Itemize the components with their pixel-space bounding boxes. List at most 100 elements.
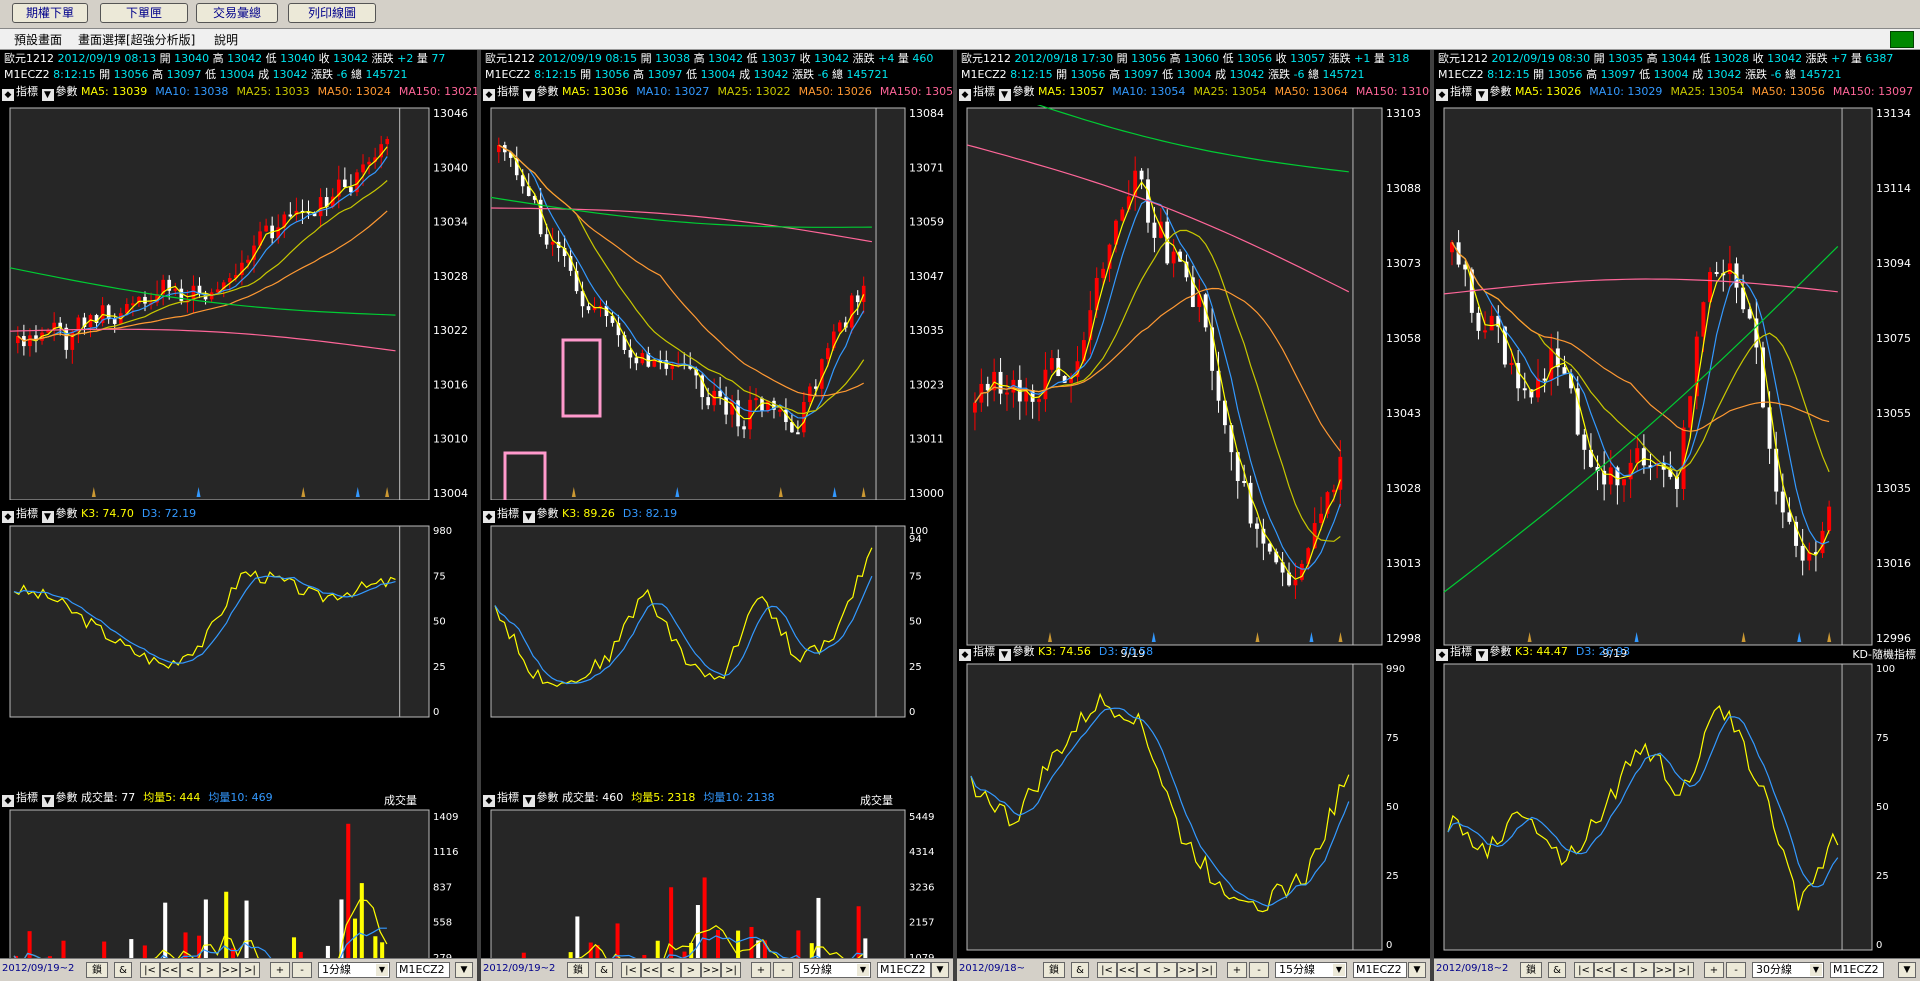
params-label[interactable]: 參數 — [537, 791, 559, 804]
settings-icon[interactable]: ◆ — [959, 649, 971, 661]
params-label[interactable]: 參數 — [56, 85, 78, 98]
settings-icon[interactable]: ◆ — [1436, 649, 1448, 661]
dropdown-icon[interactable]: ▼ — [41, 511, 54, 523]
kd-chart[interactable]: 100 75 50 25 0 — [1434, 662, 1920, 958]
trade-summary-button[interactable]: 交易彙總 — [196, 3, 278, 23]
settings-icon[interactable]: ◆ — [483, 89, 495, 101]
dropdown-icon[interactable]: ▼ — [41, 89, 54, 101]
symbol-input[interactable]: M1ECZ2 — [1353, 962, 1407, 978]
dropdown-icon[interactable]: ▼ — [522, 89, 535, 101]
nav-button[interactable]: >| — [721, 962, 741, 978]
nav-button[interactable]: < — [1137, 962, 1157, 978]
nav-button[interactable]: > — [681, 962, 701, 978]
nav-button[interactable]: >> — [220, 962, 240, 978]
dropdown-icon[interactable]: ▼ — [522, 795, 535, 807]
indicator-label[interactable]: 指標 — [973, 85, 995, 98]
indicator-label[interactable]: 指標 — [16, 507, 38, 520]
nav-button[interactable]: |< — [140, 962, 160, 978]
settings-icon[interactable]: ◆ — [1436, 89, 1448, 101]
nav-button[interactable]: < — [1614, 962, 1634, 978]
volume-chart[interactable]: 544943143236215710790 — [481, 808, 953, 981]
period-select[interactable]: 1分線 ▼ — [318, 962, 390, 978]
nav-button[interactable]: |< — [1574, 962, 1594, 978]
kd-chart[interactable]: 990 75 50 25 0 — [957, 662, 1430, 958]
nav-button[interactable]: << — [1594, 962, 1614, 978]
indicator-label[interactable]: 指標 — [497, 507, 519, 520]
settings-icon[interactable]: ◆ — [2, 511, 14, 523]
nav-button[interactable]: >> — [1654, 962, 1674, 978]
menu-screen-select[interactable]: 畫面選擇[超強分析版] — [78, 31, 195, 48]
symbol-dropdown-button[interactable]: ▼ — [1408, 962, 1426, 978]
settings-icon[interactable]: ◆ — [483, 511, 495, 523]
lock-button[interactable]: 鎖 — [1043, 962, 1065, 978]
params-label[interactable]: 參數 — [1013, 645, 1035, 658]
zoom-out-button[interactable]: - — [773, 962, 793, 978]
nav-button[interactable]: << — [160, 962, 180, 978]
settings-icon[interactable]: ◆ — [2, 89, 14, 101]
nav-button[interactable]: > — [1157, 962, 1177, 978]
lock-button[interactable]: 鎖 — [86, 962, 108, 978]
nav-button[interactable]: > — [1634, 962, 1654, 978]
lock-button[interactable]: 鎖 — [567, 962, 589, 978]
symbol-dropdown-button[interactable]: ▼ — [931, 962, 949, 978]
dropdown-icon[interactable]: ▼ — [998, 649, 1011, 661]
kd-chart[interactable]: 100947550250 — [481, 524, 953, 725]
order-box-button[interactable]: 下單匣 — [100, 3, 188, 23]
nav-button[interactable]: << — [1117, 962, 1137, 978]
nav-button[interactable]: >| — [240, 962, 260, 978]
symbol-input[interactable]: M1ECZ2 — [877, 962, 931, 978]
indicator-label[interactable]: 指標 — [497, 85, 519, 98]
nav-button[interactable]: >| — [1197, 962, 1217, 978]
link-button[interactable]: & — [114, 962, 132, 978]
params-label[interactable]: 參數 — [56, 791, 78, 804]
volume-chart[interactable]: 140911168375582797 — [0, 808, 477, 981]
params-label[interactable]: 參數 — [1013, 85, 1035, 98]
indicator-label[interactable]: 指標 — [973, 645, 995, 658]
zoom-in-button[interactable]: + — [1704, 962, 1724, 978]
link-button[interactable]: & — [595, 962, 613, 978]
period-select[interactable]: 15分線 ▼ — [1275, 962, 1347, 978]
period-select[interactable]: 30分線 ▼ — [1752, 962, 1824, 978]
indicator-label[interactable]: 指標 — [1450, 645, 1472, 658]
options-order-button[interactable]: 期權下單 — [12, 3, 88, 23]
lock-button[interactable]: 鎖 — [1520, 962, 1542, 978]
nav-button[interactable]: |< — [1097, 962, 1117, 978]
nav-button[interactable]: << — [641, 962, 661, 978]
indicator-label[interactable]: 指標 — [497, 791, 519, 804]
price-chart[interactable]: 13103 13088 13073 13058 13043 13028 13013 12998… — [957, 105, 1430, 660]
settings-icon[interactable]: ◆ — [2, 795, 14, 807]
symbol-input[interactable]: M1ECZ2 — [1830, 962, 1884, 978]
symbol-dropdown-button[interactable]: ▼ — [455, 962, 473, 978]
grid-layout-icon[interactable] — [1890, 31, 1914, 48]
price-chart[interactable]: 13046 13040 13034 13028 13022 13016 13010 13004… — [0, 105, 477, 500]
menu-help[interactable]: 說明 — [214, 31, 238, 48]
settings-icon[interactable]: ◆ — [483, 795, 495, 807]
period-select[interactable]: 5分線 ▼ — [799, 962, 871, 978]
symbol-dropdown-button[interactable]: ▼ — [1898, 962, 1916, 978]
params-label[interactable]: 參數 — [537, 85, 559, 98]
zoom-in-button[interactable]: + — [270, 962, 290, 978]
indicator-label[interactable]: 指標 — [16, 791, 38, 804]
zoom-out-button[interactable]: - — [292, 962, 312, 978]
zoom-out-button[interactable]: - — [1249, 962, 1269, 978]
params-label[interactable]: 參數 — [1490, 85, 1512, 98]
nav-button[interactable]: < — [661, 962, 681, 978]
nav-button[interactable]: > — [200, 962, 220, 978]
price-chart[interactable]: 13084 13071 13059 13047 13035 13023 13011 13000… — [481, 105, 953, 500]
dropdown-icon[interactable]: ▼ — [998, 89, 1011, 101]
zoom-in-button[interactable]: + — [1227, 962, 1247, 978]
nav-button[interactable]: >| — [1674, 962, 1694, 978]
dropdown-icon[interactable]: ▼ — [1475, 649, 1488, 661]
link-button[interactable]: & — [1071, 962, 1089, 978]
zoom-in-button[interactable]: + — [751, 962, 771, 978]
menu-default-screen[interactable]: 預設畫面 — [14, 31, 62, 48]
params-label[interactable]: 參數 — [56, 507, 78, 520]
symbol-input[interactable]: M1ECZ2 — [396, 962, 450, 978]
dropdown-icon[interactable]: ▼ — [1475, 89, 1488, 101]
price-chart[interactable]: 13134 13114 13094 13075 13055 13035 13016 12996… — [1434, 105, 1920, 660]
nav-button[interactable]: |< — [621, 962, 641, 978]
kd-chart[interactable]: 980 75 50 25 0 — [0, 524, 477, 725]
settings-icon[interactable]: ◆ — [959, 89, 971, 101]
nav-button[interactable]: >> — [701, 962, 721, 978]
print-chart-button[interactable]: 列印線圖 — [288, 3, 376, 23]
